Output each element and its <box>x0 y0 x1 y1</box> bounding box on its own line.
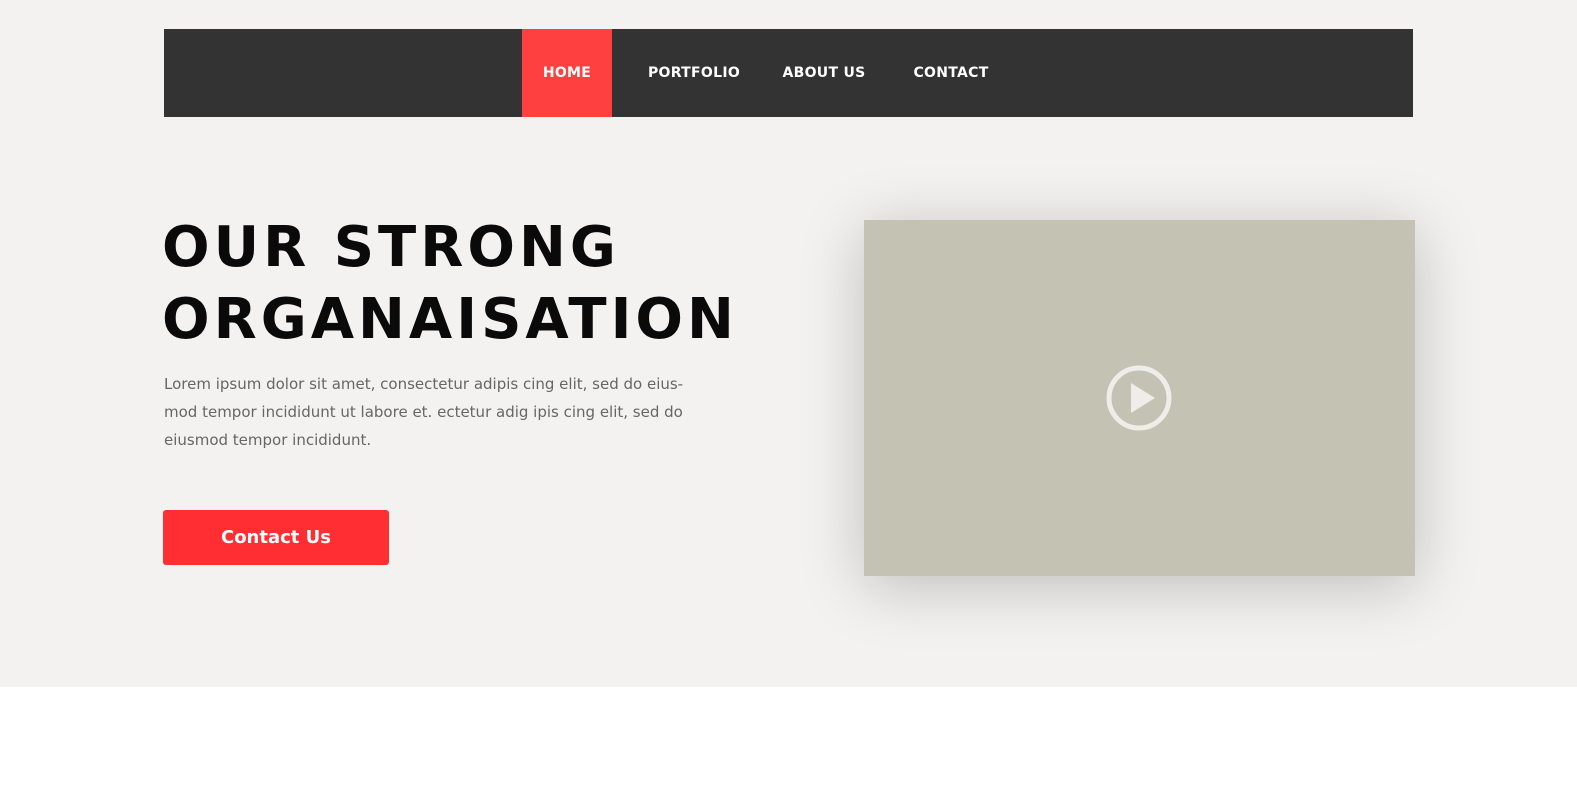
hero-headline-line-2: ORGANAISATION <box>162 287 738 352</box>
contact-us-button[interactable]: Contact Us <box>163 510 389 565</box>
video-player[interactable] <box>864 220 1415 576</box>
main-navbar: HOME PORTFOLIO ABOUT US CONTACT <box>164 29 1413 117</box>
nav-item-contact[interactable]: CONTACT <box>891 29 1011 117</box>
hero-description: Lorem ipsum dolor sit amet, consectetur … <box>164 375 684 449</box>
hero-headline-line-1: OUR STRONG <box>162 215 620 280</box>
hero-section: HOME PORTFOLIO ABOUT US CONTACT OUR STRO… <box>0 0 1577 687</box>
hero-headline: OUR STRONG ORGANAISATION <box>162 212 802 356</box>
play-circle-icon[interactable] <box>1104 363 1174 433</box>
nav-item-home[interactable]: HOME <box>522 29 612 117</box>
below-hero-area <box>0 687 1577 789</box>
nav-item-about-us[interactable]: ABOUT US <box>764 29 884 117</box>
nav-item-portfolio[interactable]: PORTFOLIO <box>634 29 754 117</box>
